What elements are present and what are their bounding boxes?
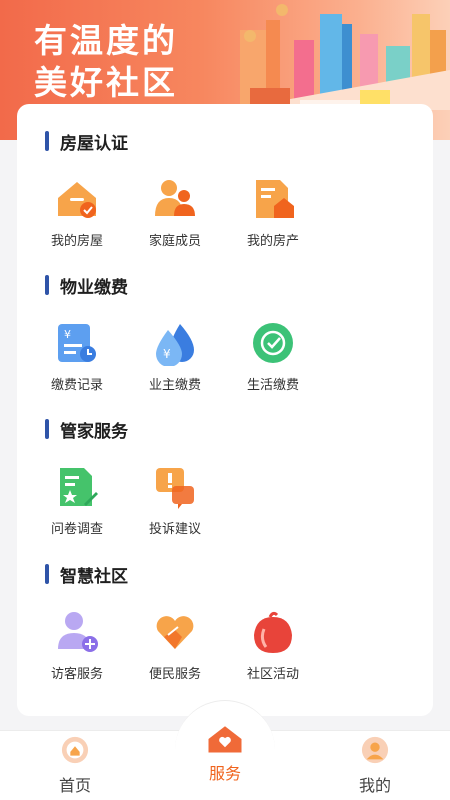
owner-payment-icon: ¥: [156, 324, 194, 366]
section-house-auth: 房屋认证: [45, 130, 128, 154]
section-title: 管家服务: [60, 421, 128, 442]
convenience-service-button[interactable]: 便民服务: [135, 609, 215, 687]
item-label: 我的房产: [246, 234, 299, 249]
section-title: 物业缴费: [60, 277, 128, 298]
community-activity-button[interactable]: 社区活动: [233, 609, 313, 687]
item-label: 业主缴费: [148, 378, 201, 393]
community-activity-icon: [254, 611, 292, 653]
banner-line-2: 美好社区: [34, 63, 178, 102]
family-icon: [155, 180, 195, 216]
house-check-icon: [58, 182, 96, 218]
property-doc-icon: [256, 180, 294, 218]
svg-text:¥: ¥: [163, 347, 171, 361]
visitor-service-button[interactable]: 访客服务: [37, 609, 117, 687]
nav-mine-label: 我的: [358, 776, 391, 795]
owner-payment-button[interactable]: ¥ 业主缴费: [135, 320, 215, 398]
family-members-button[interactable]: 家庭成员: [135, 176, 215, 254]
section-smart-community: 智慧社区: [45, 563, 128, 587]
my-house-button[interactable]: 我的房屋: [37, 176, 117, 254]
item-label: 便民服务: [148, 667, 201, 682]
complaint-icon: [156, 468, 194, 509]
service-card: 房屋认证 我的房屋 家庭成员 我的房产 物业缴费 ¥ 缴费记录 ¥ 业主缴费 生…: [17, 104, 433, 716]
visitor-icon: [58, 612, 98, 652]
section-title: 房屋认证: [60, 133, 128, 154]
section-marker: [45, 131, 49, 151]
home-icon: [61, 736, 89, 764]
nav-service-label: 服务: [208, 764, 241, 783]
section-property-fee: 物业缴费: [45, 274, 128, 298]
section-title: 智慧社区: [60, 566, 128, 587]
banner-slogan: 有温度的 美好社区: [34, 20, 178, 104]
nav-mine[interactable]: 我的: [335, 736, 415, 796]
section-marker: [45, 275, 49, 295]
item-label: 我的房屋: [50, 234, 103, 249]
payment-record-button[interactable]: ¥ 缴费记录: [37, 320, 117, 398]
banner-line-1: 有温度的: [34, 21, 178, 60]
section-marker: [45, 564, 49, 584]
svg-text:¥: ¥: [64, 328, 71, 341]
item-label: 投诉建议: [148, 522, 201, 537]
service-house-icon: [208, 726, 242, 753]
item-label: 缴费记录: [50, 378, 103, 393]
item-label: 社区活动: [246, 667, 299, 682]
survey-icon: [60, 468, 98, 506]
survey-button[interactable]: 问卷调查: [37, 464, 117, 542]
item-label: 家庭成员: [148, 234, 201, 249]
life-payment-button[interactable]: 生活缴费: [233, 320, 313, 398]
nav-service[interactable]: 服务: [185, 724, 265, 784]
item-label: 问卷调查: [50, 522, 103, 537]
section-marker: [45, 419, 49, 439]
item-label: 访客服务: [50, 667, 103, 682]
my-property-button[interactable]: 我的房产: [233, 176, 313, 254]
item-label: 生活缴费: [246, 378, 299, 393]
payment-record-icon: ¥: [58, 324, 96, 362]
nav-home-label: 首页: [58, 776, 91, 795]
complaint-button[interactable]: 投诉建议: [135, 464, 215, 542]
life-payment-icon: [253, 323, 293, 363]
convenience-icon: [156, 616, 194, 649]
profile-icon: [361, 736, 389, 764]
nav-home[interactable]: 首页: [35, 736, 115, 796]
section-butler-service: 管家服务: [45, 418, 128, 442]
